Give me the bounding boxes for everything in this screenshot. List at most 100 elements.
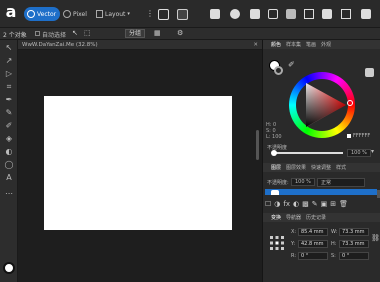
arrange-icon[interactable] (158, 9, 169, 20)
layer-fx-icon[interactable]: fx (283, 200, 290, 210)
transparency-tool-icon[interactable]: ◐ (4, 147, 14, 157)
artboard-tool-icon[interactable]: ▷ (4, 69, 14, 79)
eyedropper-icon[interactable]: ✐ (288, 60, 295, 69)
shear-field[interactable] (339, 252, 369, 260)
tab-color[interactable]: 颜色 (271, 41, 281, 48)
lock-ratio-icon[interactable]: ⛓ (371, 234, 380, 242)
divide-icon[interactable] (268, 9, 278, 19)
layer-delete-icon[interactable]: 🗑 (339, 200, 348, 210)
align-icon[interactable] (304, 9, 314, 19)
opacity-dropdown-icon[interactable]: ▾ (371, 148, 374, 155)
persona-layout-tab[interactable]: Layout ▾ (96, 7, 144, 21)
hex-field[interactable]: FFFFFF (347, 133, 370, 139)
combine-icon[interactable] (286, 9, 296, 19)
persona-layout-label: Layout (105, 10, 126, 18)
mode-button[interactable]: 分组 (125, 29, 145, 38)
tab-layer-effects[interactable]: 图层效果 (286, 164, 306, 171)
opacity-slider[interactable] (273, 152, 343, 154)
opacity-slider-handle[interactable] (271, 150, 277, 156)
top-toolbar: a Vector Pixel Layout ▾ ⋮ (0, 0, 380, 28)
s-label: S: (331, 253, 336, 259)
tab-stroke[interactable]: 笔画 (306, 41, 316, 48)
tab-styles[interactable]: 样式 (336, 164, 346, 171)
tab-adjustments[interactable]: 快速调整 (311, 164, 331, 171)
transform-icon[interactable]: ⬚ (84, 29, 91, 37)
layer-row-selected[interactable] (265, 189, 377, 195)
studio-panel: 颜色 样本集 笔画 外观 ✐ H: 0 S: 0 L: 100 FFFFFF 不… (262, 40, 380, 282)
add-icon[interactable] (210, 9, 220, 19)
settings-gear-icon[interactable]: ⚙ (177, 29, 183, 37)
shape-tool-icon[interactable]: ◯ (4, 160, 14, 170)
layer-add-icon[interactable]: ⊞ (330, 200, 336, 210)
logo-text: a (5, 2, 17, 21)
auto-select-checkbox[interactable] (35, 31, 40, 36)
persona-vector-tab[interactable]: Vector (24, 7, 60, 21)
snapping-icon[interactable] (177, 9, 188, 20)
tab-history[interactable]: 历史记录 (306, 214, 326, 221)
move-tool-icon[interactable]: ↖ (4, 43, 14, 53)
y-field[interactable] (298, 240, 328, 248)
anchor-grid-icon (270, 236, 284, 250)
tab-transform[interactable]: 变换 (271, 214, 281, 221)
layer-opacity-value[interactable]: 100 % (291, 178, 315, 186)
node-tool-icon[interactable]: ↗ (4, 56, 14, 66)
color-picker-handle[interactable] (347, 100, 353, 106)
group-icon[interactable] (361, 9, 371, 19)
tab-navigator[interactable]: 导航器 (286, 214, 301, 221)
tools-panel: ↖ ↗ ▷ ⌗ ✒ ✎ ✐ ◈ ◐ ◯ A ⋯ (0, 40, 18, 282)
fill-tool-icon[interactable]: ◈ (4, 134, 14, 144)
more-menu-icon[interactable]: ⋮ (146, 7, 154, 21)
app-logo[interactable]: a (3, 2, 19, 21)
persona-pixel-label: Pixel (73, 10, 87, 18)
color-triangle[interactable] (296, 79, 348, 131)
document-title: WwW.DaYanZai.Me (32.8%) (22, 42, 98, 48)
auto-select-label: 自动选择 (42, 32, 67, 39)
w-label: W: (331, 229, 338, 235)
layer-live-filter-icon[interactable]: ▩ (302, 200, 309, 210)
layer-opacity-text: 100 % (295, 179, 311, 185)
text-tool-icon[interactable]: A (4, 173, 14, 183)
mode-label: 分组 (128, 30, 141, 37)
layer-group-icon[interactable]: ▣ (321, 200, 328, 210)
layer-brush-icon[interactable]: ✎ (312, 200, 318, 210)
pixel-icon (63, 10, 71, 18)
w-field[interactable] (339, 228, 369, 236)
subtract-icon[interactable] (230, 9, 240, 19)
mirror-icon[interactable] (322, 9, 332, 19)
r-label: R: (291, 253, 297, 259)
layer-adjust-icon[interactable]: ◐ (293, 200, 299, 210)
persona-pixel-tab[interactable]: Pixel (63, 7, 93, 21)
layer-mask-icon[interactable]: ◑ (274, 200, 280, 210)
tab-appearance[interactable]: 外观 (321, 41, 331, 48)
layers-icon[interactable] (341, 9, 351, 19)
close-icon[interactable]: ✕ (253, 40, 258, 50)
more-tools-icon[interactable]: ⋯ (4, 189, 14, 199)
color-mode-icon[interactable] (365, 68, 374, 77)
crop-tool-icon[interactable]: ⌗ (4, 82, 14, 92)
layer-props-icon[interactable]: ☐ (265, 200, 271, 210)
layout-grid-icon[interactable]: ▦ (154, 29, 161, 37)
cursor-icon[interactable]: ↖ (72, 29, 78, 37)
brush-tool-icon[interactable]: ✐ (4, 121, 14, 131)
pen-tool-icon[interactable]: ✒ (4, 95, 14, 105)
document-tab[interactable]: WwW.DaYanZai.Me (32.8%) ✕ (18, 40, 262, 50)
y-label: Y: (291, 241, 296, 247)
x-field[interactable] (298, 228, 328, 236)
tab-layers[interactable]: 图层 (271, 164, 281, 171)
blend-mode-select[interactable]: 正常 (317, 178, 365, 187)
tab-swatches[interactable]: 样本集 (286, 41, 301, 48)
stroke-swatch[interactable] (274, 66, 283, 75)
persona-vector-label: Vector (37, 10, 57, 18)
h-field[interactable] (339, 240, 369, 248)
color-swatch-icon[interactable] (3, 262, 15, 274)
pencil-tool-icon[interactable]: ✎ (4, 108, 14, 118)
context-toolbar: 2 个对象 自动选择 ↖ ⬚ 分组 ▦ ⚙ (0, 28, 380, 40)
anchor-point-grid[interactable] (270, 235, 284, 250)
chevron-down-icon: ▾ (127, 11, 130, 17)
intersect-icon[interactable] (250, 9, 260, 19)
layer-opacity-label: 不透明度: (267, 180, 289, 186)
opacity-value[interactable]: 100 % (347, 149, 371, 157)
rotation-field[interactable] (298, 252, 328, 260)
document-page[interactable] (44, 96, 232, 230)
vertical-scrollbar[interactable] (256, 130, 259, 160)
